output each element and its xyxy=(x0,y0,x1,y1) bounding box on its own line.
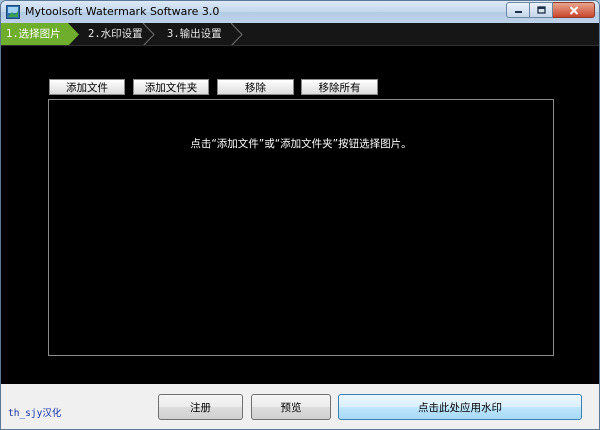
apply-watermark-button[interactable]: 点击此处应用水印 xyxy=(338,394,582,420)
add-folder-button[interactable]: 添加文件夹 xyxy=(133,79,209,95)
add-file-button[interactable]: 添加文件 xyxy=(49,79,125,95)
close-button[interactable] xyxy=(553,2,595,18)
maximize-button[interactable] xyxy=(530,2,553,18)
wizard-step-output-settings[interactable]: 3.输出设置 xyxy=(167,23,222,46)
window-title: Mytoolsoft Watermark Software 3.0 xyxy=(25,5,220,18)
window-controls xyxy=(506,2,595,19)
image-file-list[interactable]: 点击“添加文件”或“添加文件夹”按钮选择图片。 xyxy=(48,99,554,356)
title-bar[interactable]: Mytoolsoft Watermark Software 3.0 xyxy=(1,1,599,23)
watermark-app-icon xyxy=(6,5,20,19)
preview-button[interactable]: 预览 xyxy=(251,394,331,420)
wizard-step-select-images[interactable]: 1.选择图片 xyxy=(6,23,61,46)
minimize-button[interactable] xyxy=(506,2,530,18)
file-list-hint: 点击“添加文件”或“添加文件夹”按钮选择图片。 xyxy=(190,138,412,150)
app-window: Mytoolsoft Watermark Software 3.0 1.选择图片… xyxy=(0,0,600,430)
register-button[interactable]: 注册 xyxy=(158,394,243,420)
translator-credit: th_sjy汉化 xyxy=(8,408,62,419)
close-icon xyxy=(569,5,578,15)
bottom-action-bar: th_sjy汉化 注册 预览 点击此处应用水印 xyxy=(1,384,599,429)
remove-button[interactable]: 移除 xyxy=(217,79,294,95)
remove-all-button[interactable]: 移除所有 xyxy=(301,79,378,95)
select-images-panel: 添加文件 添加文件夹 移除 移除所有 点击“添加文件”或“添加文件夹”按钮选择图… xyxy=(1,46,599,384)
maximize-icon xyxy=(536,6,546,14)
wizard-step-watermark-settings[interactable]: 2.水印设置 xyxy=(88,23,143,46)
wizard-steps-bar: 1.选择图片 2.水印设置 3.输出设置 xyxy=(1,23,599,46)
minimize-icon xyxy=(514,11,522,13)
